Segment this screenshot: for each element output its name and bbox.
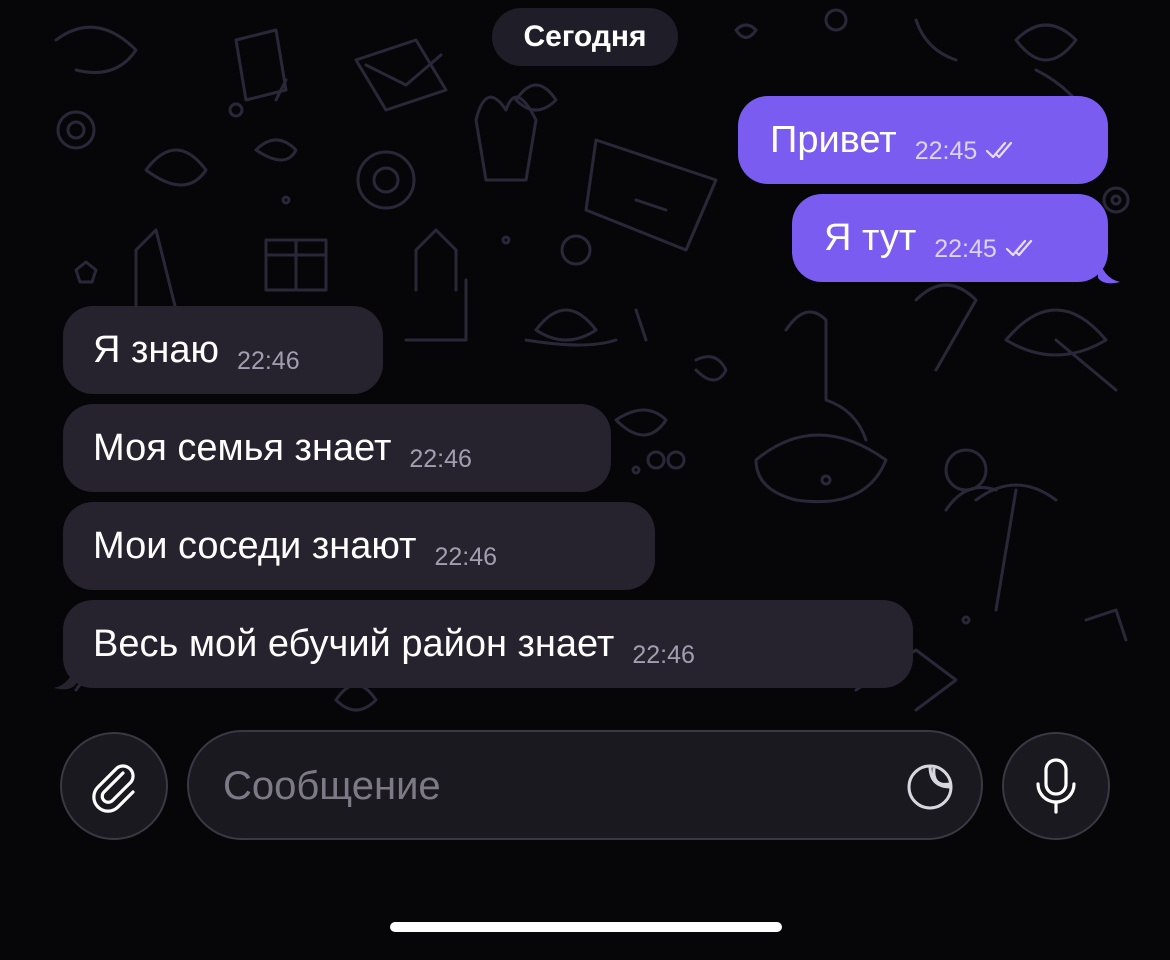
attach-button[interactable] bbox=[60, 732, 168, 840]
message-bubble-incoming[interactable]: Я знаю 22:46 bbox=[63, 306, 383, 394]
message-time: 22:46 bbox=[434, 542, 497, 571]
home-indicator[interactable] bbox=[390, 922, 782, 932]
message-text: Весь мой ебучий район знает bbox=[93, 622, 615, 665]
bubble-tail bbox=[1098, 254, 1120, 284]
voice-record-button[interactable] bbox=[1002, 732, 1110, 840]
paperclip-icon bbox=[92, 764, 135, 813]
message-text: Мои соседи знают bbox=[93, 524, 417, 567]
message-input-placeholder: Сообщение bbox=[223, 764, 441, 808]
message-input[interactable]: Сообщение bbox=[187, 730, 983, 840]
double-check-icon bbox=[986, 141, 1013, 159]
date-separator: Сегодня bbox=[492, 8, 678, 66]
bubble-tail bbox=[54, 660, 76, 690]
message-time: 22:46 bbox=[237, 346, 300, 375]
chat-screen: Сегодня Привет 22:45 Я тут 22:45 Я знаю … bbox=[0, 0, 1170, 960]
message-text: Моя семья знает bbox=[93, 426, 392, 469]
message-bubble-outgoing[interactable]: Привет 22:45 bbox=[738, 96, 1108, 184]
message-time: 22:45 bbox=[934, 234, 997, 263]
double-check-icon bbox=[1005, 239, 1032, 257]
message-text: Я тут bbox=[824, 216, 917, 259]
message-bubble-outgoing[interactable]: Я тут 22:45 bbox=[792, 194, 1108, 282]
microphone-icon bbox=[1036, 758, 1076, 814]
message-bubble-incoming[interactable]: Весь мой ебучий район знает 22:46 bbox=[63, 600, 913, 688]
message-time: 22:46 bbox=[632, 640, 695, 669]
message-bubble-incoming[interactable]: Мои соседи знают 22:46 bbox=[63, 502, 655, 590]
message-time: 22:45 bbox=[914, 136, 978, 165]
message-text: Привет bbox=[770, 118, 897, 161]
message-text: Я знаю bbox=[93, 328, 220, 371]
sticker-icon[interactable] bbox=[905, 762, 955, 812]
message-bubble-incoming[interactable]: Моя семья знает 22:46 bbox=[63, 404, 611, 492]
message-time: 22:46 bbox=[409, 444, 472, 473]
